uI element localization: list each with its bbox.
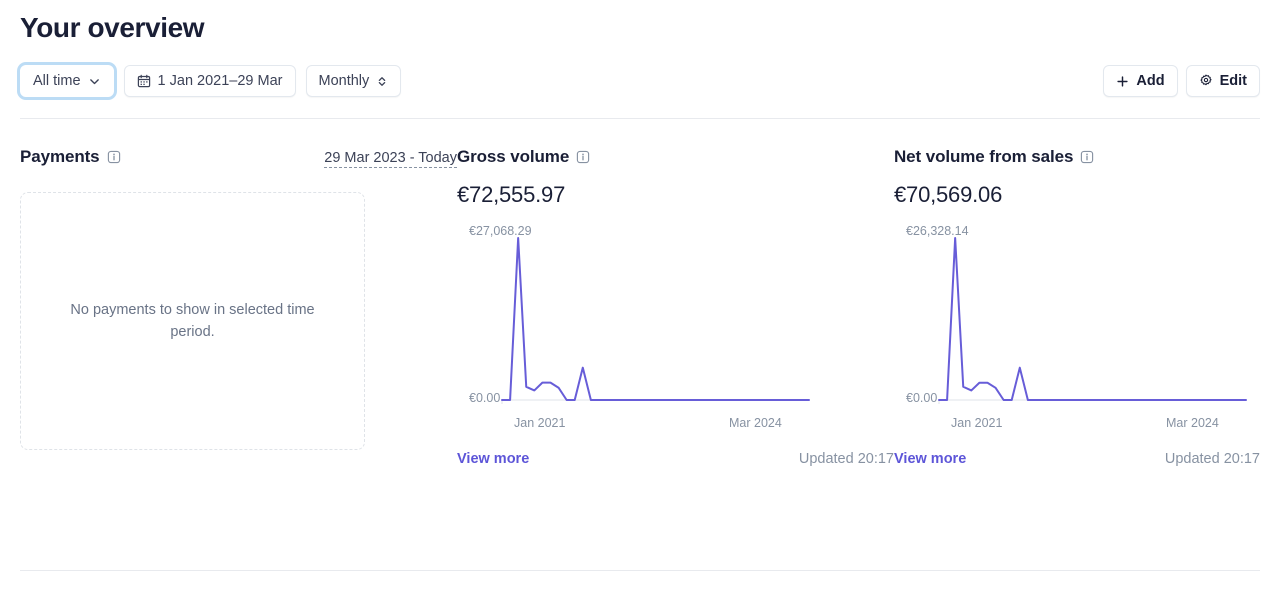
date-range-label: 1 Jan 2021–29 Mar <box>157 73 283 89</box>
net-volume-chart: €26,328.14 €0.00 Jan 2021 Mar 2024 <box>894 224 1260 439</box>
net-volume-title: Net volume from sales <box>894 147 1074 166</box>
payments-empty-state: No payments to show in selected time per… <box>20 192 365 450</box>
edit-button-label: Edit <box>1219 73 1247 89</box>
net-volume-amount: €70,569.06 <box>894 182 1003 207</box>
plus-icon <box>1116 75 1129 88</box>
payments-empty-text: No payments to show in selected time per… <box>70 301 315 340</box>
toolbar: All time 1 Jan 2021–29 Mar Monthly Add E… <box>20 64 1260 98</box>
gross-volume-card-header: Gross volume <box>457 147 894 169</box>
gross-volume-title: Gross volume <box>457 147 570 166</box>
net-view-more-link[interactable]: View more <box>894 451 966 467</box>
add-button[interactable]: Add <box>1103 65 1178 97</box>
gross-chart-x-start: Jan 2021 <box>514 416 566 430</box>
add-button-label: Add <box>1136 73 1165 89</box>
date-range-button[interactable]: 1 Jan 2021–29 Mar <box>123 65 296 97</box>
net-chart-canvas[interactable] <box>894 224 1254 424</box>
net-chart-x-start: Jan 2021 <box>951 416 1003 430</box>
header-divider <box>20 118 1260 119</box>
info-icon[interactable] <box>107 150 121 164</box>
footer-divider <box>20 570 1260 571</box>
toolbar-actions: Add Edit <box>1103 65 1260 97</box>
overview-page: Your overview All time 1 Jan 2021–29 Mar… <box>0 0 1280 592</box>
gear-icon <box>1199 74 1213 88</box>
info-icon[interactable] <box>576 150 590 164</box>
payments-card-header: Payments 29 Mar 2023 - Today <box>20 147 457 169</box>
net-volume-card: Net volume from sales €70,569.06 €26,328… <box>894 147 1260 467</box>
chevron-up-down-icon <box>376 75 388 88</box>
net-volume-card-header: Net volume from sales <box>894 147 1260 169</box>
gross-chart-x-end: Mar 2024 <box>729 416 782 430</box>
payments-title: Payments <box>20 147 100 166</box>
payments-card: Payments 29 Mar 2023 - Today No payments… <box>20 147 457 467</box>
overview-columns: Payments 29 Mar 2023 - Today No payments… <box>20 147 1260 467</box>
gross-volume-card: Gross volume €72,555.97 €27,068.29 €0.00… <box>457 147 894 467</box>
chevron-down-icon <box>88 75 101 88</box>
interval-label: Monthly <box>318 73 370 89</box>
toolbar-filters: All time 1 Jan 2021–29 Mar Monthly <box>20 65 402 97</box>
time-filter-button[interactable]: All time <box>20 65 114 97</box>
calendar-icon <box>137 74 151 88</box>
gross-chart-canvas[interactable] <box>457 224 817 424</box>
net-volume-footer: View more Updated 20:17 <box>894 451 1260 467</box>
gross-volume-amount: €72,555.97 <box>457 182 566 207</box>
payments-date-range[interactable]: 29 Mar 2023 - Today <box>324 150 457 168</box>
edit-button[interactable]: Edit <box>1185 65 1260 97</box>
page-title: Your overview <box>20 12 205 43</box>
time-filter-label: All time <box>33 73 81 89</box>
net-updated-label: Updated 20:17 <box>1164 451 1260 467</box>
interval-select[interactable]: Monthly <box>305 65 402 97</box>
gross-volume-chart: €27,068.29 €0.00 Jan 2021 Mar 2024 <box>457 224 894 439</box>
gross-volume-footer: View more Updated 20:17 <box>457 451 894 467</box>
net-chart-x-end: Mar 2024 <box>1166 416 1219 430</box>
info-icon[interactable] <box>1080 150 1094 164</box>
gross-updated-label: Updated 20:17 <box>798 451 894 467</box>
gross-view-more-link[interactable]: View more <box>457 451 529 467</box>
